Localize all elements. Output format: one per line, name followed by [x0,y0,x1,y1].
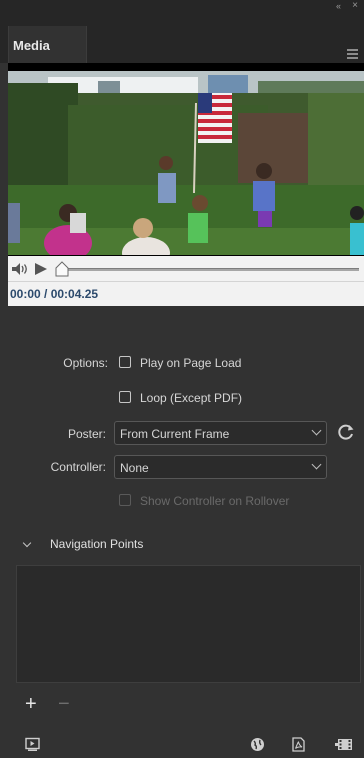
show-controller-label: Show Controller on Rollover [140,494,290,508]
controller-select-value: None [120,461,149,475]
panel-title-strip: ‹‹ × [0,0,364,13]
time-display-bar: 00:00 / 00:04.25 [8,281,364,306]
panel-footer [0,733,364,758]
navigation-points-title: Navigation Points [50,537,144,551]
remove-navigation-point-button: − [58,693,70,715]
play-on-load-label: Play on Page Load [140,356,242,370]
show-controller-checkbox [119,494,131,506]
loop-label: Loop (Except PDF) [140,391,243,405]
poster-select[interactable]: From Current Frame [114,421,327,445]
scrubber-thumb-icon[interactable] [55,261,69,277]
navigation-points-list[interactable] [16,565,361,683]
time-display: 00:00 / 00:04.25 [10,287,99,301]
close-panel-icon[interactable]: × [352,0,358,11]
video-preview [8,63,364,277]
tab-media-label: Media [13,38,50,53]
chevron-down-icon [22,538,32,548]
controller-select[interactable]: None [114,455,327,479]
play-icon[interactable] [35,263,47,275]
scrubber-track[interactable] [59,268,359,271]
tab-media[interactable]: Media [8,26,87,63]
pdf-icon[interactable] [291,737,306,752]
video-controller-bar [8,256,364,281]
globe-icon[interactable] [250,737,265,752]
poster-label: Poster: [67,427,106,441]
panel-menu-icon[interactable] [347,49,358,59]
add-navigation-point-button[interactable]: + [25,694,37,714]
video-frame-image [8,63,364,277]
refresh-icon[interactable] [337,423,355,441]
chevron-down-icon [311,459,322,470]
preview-icon[interactable] [25,737,40,752]
play-on-load-checkbox[interactable] [119,356,131,368]
film-icon[interactable] [335,737,355,752]
speaker-icon[interactable] [11,262,31,276]
collapse-panel-icon[interactable]: ‹‹ [336,1,341,11]
options-label: Options: [63,356,108,370]
chevron-down-icon [311,425,322,436]
loop-checkbox[interactable] [119,391,131,403]
poster-select-value: From Current Frame [120,427,230,441]
controller-label: Controller: [50,460,106,474]
tab-bar: Media [0,13,364,63]
